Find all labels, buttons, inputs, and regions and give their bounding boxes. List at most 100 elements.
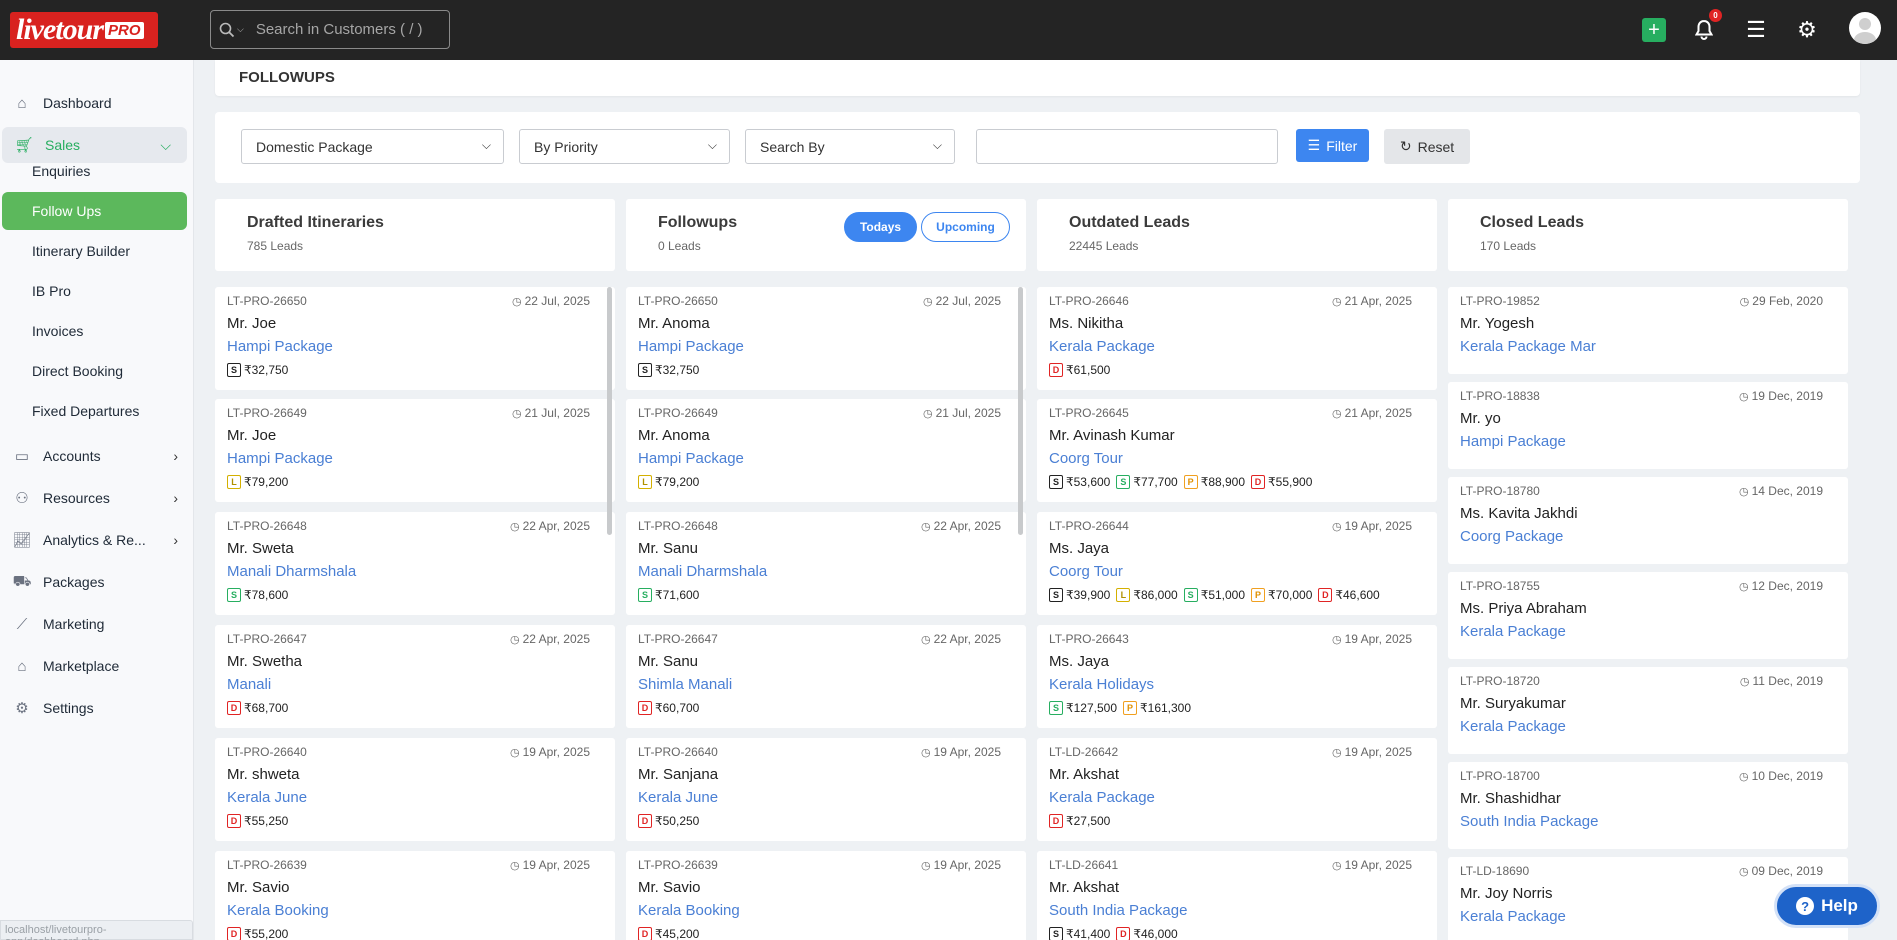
lead-card[interactable]: LT-PRO-19852 ◷ 29 Feb, 2020 Mr. Yogesh Keral… (1448, 287, 1848, 374)
toggle-todays[interactable]: Todays (844, 212, 917, 242)
lead-package-link[interactable]: Coorg Package (1460, 528, 1563, 545)
lead-package-link[interactable]: Kerala June (638, 789, 718, 806)
lead-package-link[interactable]: Manali Dharmshala (638, 563, 767, 580)
lead-card[interactable]: LT-LD-26641 ◷ 19 Apr, 2025 Mr. Akshat South … (1037, 851, 1437, 940)
sidebar-item-settings[interactable]: ⚙ Settings (0, 690, 194, 726)
lead-package-link[interactable]: Shimla Manali (638, 676, 732, 693)
lead-package-link[interactable]: Kerala Package (1049, 338, 1155, 355)
help-button[interactable]: ? Help (1774, 884, 1880, 928)
lead-package-link[interactable]: Kerala Booking (227, 902, 329, 919)
lead-card[interactable]: LT-PRO-26646 ◷ 21 Apr, 2025 Ms. Nikitha Kera… (1037, 287, 1437, 390)
package-type-select[interactable]: Domestic Package ⌵ (241, 129, 504, 164)
app-logo[interactable]: livetour PRO (10, 12, 158, 48)
lead-card[interactable]: LT-PRO-26648 ◷ 22 Apr, 2025 Mr. Sweta Manali… (215, 512, 615, 615)
lead-package-link[interactable]: Manali Dharmshala (227, 563, 356, 580)
reset-button[interactable]: ↻ Reset (1384, 129, 1470, 164)
clock-icon: ◷ (509, 860, 520, 872)
lead-package-link[interactable]: Kerala Package (1049, 789, 1155, 806)
lead-customer-name: Ms. Jaya (1049, 540, 1110, 557)
sidebar-subitem-fixed-departures[interactable]: Fixed Departures (2, 392, 187, 430)
customer-search[interactable]: ⌵ (210, 10, 450, 49)
lead-package-link[interactable]: Kerala June (227, 789, 307, 806)
lead-package-link[interactable]: Hampi Package (638, 450, 744, 467)
lead-package-link[interactable]: South India Package (1460, 813, 1598, 830)
lead-package-link[interactable]: Kerala Package (1460, 623, 1566, 640)
lead-package-link[interactable]: Coorg Tour (1049, 450, 1123, 467)
lead-customer-name: Mr. Avinash Kumar (1049, 427, 1175, 444)
add-new-button[interactable]: + (1642, 18, 1666, 42)
lead-card[interactable]: LT-PRO-26644 ◷ 19 Apr, 2025 Ms. Jaya Coorg T… (1037, 512, 1437, 615)
column-closed-list: LT-PRO-19852 ◷ 29 Feb, 2020 Mr. Yogesh Keral… (1448, 287, 1848, 940)
sidebar-item-accounts[interactable]: ▭ Accounts › (0, 438, 194, 474)
lead-card[interactable]: LT-PRO-26649 ◷ 21 Jul, 2025 Mr. Joe Hampi Pa… (215, 399, 615, 502)
lead-card[interactable]: LT-PRO-18838 ◷ 19 Dec, 2019 Mr. yo Hampi Pac… (1448, 382, 1848, 469)
lead-card[interactable]: LT-PRO-26647 ◷ 22 Apr, 2025 Mr. Swetha Manal… (215, 625, 615, 728)
lead-card[interactable]: LT-PRO-26645 ◷ 21 Apr, 2025 Mr. Avinash Kum… (1037, 399, 1437, 502)
lead-package-link[interactable]: Kerala Package (1460, 908, 1566, 925)
toggle-upcoming[interactable]: Upcoming (921, 212, 1010, 242)
notifications-button[interactable]: 0 (1692, 9, 1722, 43)
lead-card[interactable]: LT-LD-26642 ◷ 19 Apr, 2025 Mr. Akshat Kerala… (1037, 738, 1437, 841)
menu-button[interactable]: ☰ (1744, 17, 1768, 43)
lead-card[interactable]: LT-PRO-26650 ◷ 22 Jul, 2025 Mr. Anoma Hampi … (626, 287, 1026, 390)
lead-card[interactable]: LT-PRO-18700 ◷ 10 Dec, 2019 Mr. Shashidhar S… (1448, 762, 1848, 849)
lead-card[interactable]: LT-PRO-26649 ◷ 21 Jul, 2025 Mr. Anoma Hampi … (626, 399, 1026, 502)
sidebar-subitem-direct-booking[interactable]: Direct Booking (2, 352, 187, 390)
lead-card[interactable]: LT-PRO-26640 ◷ 19 Apr, 2025 Mr. Sanjana Kera… (626, 738, 1026, 841)
sidebar-subitem-follow-ups[interactable]: Follow Ups (2, 192, 187, 230)
resources-icon: ⚇ (15, 490, 29, 507)
lead-card[interactable]: LT-PRO-26648 ◷ 22 Apr, 2025 Mr. Sanu Manali … (626, 512, 1026, 615)
lead-package-link[interactable]: Hampi Package (227, 450, 333, 467)
sidebar-subitem-itinerary-builder[interactable]: Itinerary Builder (2, 232, 187, 270)
sidebar-item-marketing[interactable]: ⟋ Marketing (0, 606, 194, 642)
user-avatar[interactable] (1849, 12, 1881, 44)
lead-package-link[interactable]: Hampi Package (638, 338, 744, 355)
price-type-tag: S (1116, 475, 1131, 489)
lead-card[interactable]: LT-PRO-26650 ◷ 22 Jul, 2025 Mr. Joe Hampi Pa… (215, 287, 615, 390)
sidebar-item-resources[interactable]: ⚇ Resources › (0, 480, 194, 516)
lead-customer-name: Mr. Sweta (227, 540, 294, 557)
lead-card[interactable]: LT-PRO-26643 ◷ 19 Apr, 2025 Ms. Jaya Kerala … (1037, 625, 1437, 728)
column-title: Drafted Itineraries (247, 214, 384, 231)
lead-card[interactable]: LT-PRO-26640 ◷ 19 Apr, 2025 Mr. shweta Keral… (215, 738, 615, 841)
lead-package-link[interactable]: Kerala Package (1460, 718, 1566, 735)
filter-search-input[interactable] (976, 129, 1278, 164)
sidebar-item-packages[interactable]: ⛟ Packages (0, 564, 194, 600)
lead-package-link[interactable]: Kerala Package Mar (1460, 338, 1596, 355)
lead-card[interactable]: LT-PRO-18720 ◷ 11 Dec, 2019 Mr. Suryakumar K… (1448, 667, 1848, 754)
sidebar-item-dashboard[interactable]: ⌂ Dashboard (0, 85, 194, 121)
lead-package-link[interactable]: Manali (227, 676, 271, 693)
lead-date-text: 12 Dec, 2019 (1751, 579, 1823, 593)
lead-package-link[interactable]: Kerala Holidays (1049, 676, 1154, 693)
logo-badge: PRO (105, 21, 144, 39)
lead-id: LT-LD-26641 (1049, 858, 1119, 872)
settings-button[interactable]: ⚙ (1795, 17, 1819, 43)
search-input[interactable] (255, 21, 426, 38)
search-by-select[interactable]: Search By ⌵ (745, 129, 955, 164)
priority-select[interactable]: By Priority ⌵ (519, 129, 730, 164)
clock-icon: ◷ (1739, 676, 1750, 688)
lead-card[interactable]: LT-PRO-18755 ◷ 12 Dec, 2019 Ms. Priya Abrah… (1448, 572, 1848, 659)
lead-card[interactable]: LT-PRO-26639 ◷ 19 Apr, 2025 Mr. Savio Kerala… (626, 851, 1026, 940)
search-icon[interactable]: ⌵ (219, 22, 244, 38)
lead-card[interactable]: LT-PRO-26639 ◷ 19 Apr, 2025 Mr. Savio Kerala… (215, 851, 615, 940)
lead-card[interactable]: LT-PRO-18780 ◷ 14 Dec, 2019 Ms. Kavita Jakh… (1448, 477, 1848, 564)
lead-date: ◷ 19 Dec, 2019 (1739, 389, 1823, 403)
lead-package-link[interactable]: South India Package (1049, 902, 1187, 919)
top-bar: livetour PRO ⌵ + 0 ☰ ⚙ (0, 0, 1897, 60)
lead-package-link[interactable]: Hampi Package (1460, 433, 1566, 450)
price-item: P ₹88,900 (1183, 475, 1245, 489)
sidebar-subitem-enquiries[interactable]: Enquiries (2, 152, 187, 190)
sidebar-subitem-ib-pro[interactable]: IB Pro (2, 272, 187, 310)
column-scrollbar[interactable] (1018, 287, 1023, 535)
filter-button[interactable]: ☰ Filter (1296, 129, 1369, 162)
lead-prices: S ₹39,900 L ₹86,000 S ₹51,000 P ₹70,000 D ₹46,600 (1049, 588, 1380, 602)
sidebar-subitem-invoices[interactable]: Invoices (2, 312, 187, 350)
sidebar-item-analytics[interactable]: 📈︎ Analytics & Re... › (0, 522, 194, 558)
column-scrollbar[interactable] (607, 287, 612, 535)
lead-card[interactable]: LT-PRO-26647 ◷ 22 Apr, 2025 Mr. Sanu Shimla … (626, 625, 1026, 728)
lead-package-link[interactable]: Kerala Booking (638, 902, 740, 919)
sidebar-item-marketplace[interactable]: ⌂ Marketplace (0, 648, 194, 684)
lead-package-link[interactable]: Coorg Tour (1049, 563, 1123, 580)
lead-package-link[interactable]: Hampi Package (227, 338, 333, 355)
